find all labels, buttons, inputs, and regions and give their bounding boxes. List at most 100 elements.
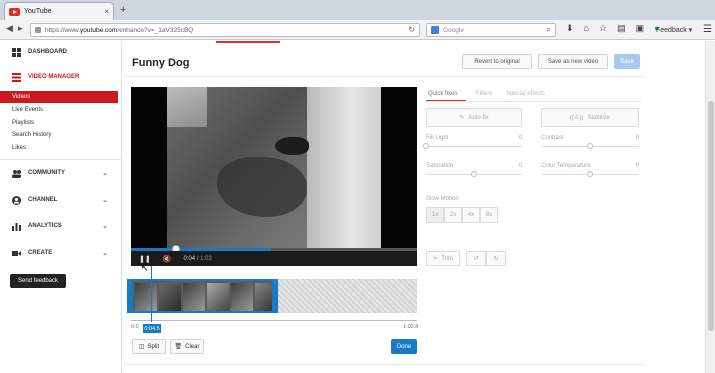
sidebar-item-dashboard[interactable]: DASHBOARD — [0, 45, 122, 59]
reading-list-icon[interactable]: ▤ — [617, 23, 626, 34]
trim-handle-left[interactable]: ⋮ — [127, 279, 133, 313]
split-button[interactable]: ◫ Split — [132, 339, 166, 354]
browser-tab-bar: YouTube × + — [0, 0, 715, 20]
youtube-favicon-icon — [9, 7, 20, 16]
fill-light-slider[interactable] — [426, 146, 522, 147]
fill-light-label: Fill Light — [426, 135, 449, 141]
sidebar-item-create[interactable]: CREATE ⌄ — [0, 246, 122, 260]
download-icon[interactable]: ⬇ — [566, 23, 574, 34]
send-feedback-button[interactable]: Send feedback — [10, 274, 66, 288]
creator-sidebar: DASHBOARD VIDEO MANAGER Videos Live Even… — [0, 41, 122, 373]
sidebar-item-channel[interactable]: CHANNEL ⌄ — [0, 193, 122, 207]
sidebar-item-label: DASHBOARD — [28, 49, 67, 55]
reload-icon[interactable]: ↻ — [408, 25, 415, 34]
search-icon[interactable]: ⌕ — [547, 25, 551, 35]
menu-icon[interactable]: ☰ — [703, 24, 712, 35]
video-player[interactable]: ❚❚ 🔇 0:04 / 1:03 — [131, 87, 417, 266]
save-button[interactable]: Save — [614, 54, 640, 69]
sidebar-item-community[interactable]: COMMUNITY ⌄ — [0, 166, 122, 180]
sidebar-subitem-likes[interactable]: Likes — [0, 142, 118, 154]
player-controls: ❚❚ 🔇 0:04 / 1:03 — [131, 251, 417, 266]
chevron-down-icon: ⌄ — [102, 223, 108, 230]
sidebar-divider — [0, 159, 122, 160]
split-label: Split — [147, 343, 160, 350]
rotate-left-icon: ↺ — [473, 256, 479, 262]
search-input[interactable]: Google ⌕ — [426, 23, 556, 37]
color-temperature-slider-knob[interactable] — [587, 171, 593, 177]
sidebar-item-analytics[interactable]: ANALYTICS ⌄ — [0, 219, 122, 233]
sidebar-item-video-manager[interactable]: VIDEO MANAGER — [0, 70, 122, 84]
auto-fix-label: Auto-fix — [468, 114, 489, 121]
google-search-icon — [431, 26, 439, 34]
scrollbar-thumb[interactable] — [708, 101, 714, 331]
tab-special-effects[interactable]: Special effects — [506, 91, 545, 97]
chevron-down-icon: ⌄ — [102, 197, 108, 204]
timeline-thumbnail — [255, 283, 273, 311]
scissors-icon: ✂ — [433, 256, 439, 262]
save-as-new-video-button[interactable]: Save as new video — [538, 54, 608, 69]
playhead[interactable] — [151, 266, 152, 322]
current-time: 0:04 — [183, 255, 196, 262]
trim-button[interactable]: ✂ Trim — [426, 251, 460, 266]
trim-timeline[interactable]: ⋮ ⋮ — [127, 279, 417, 313]
sidebar-subitem-search-history[interactable]: Search History — [0, 129, 118, 141]
channel-icon — [12, 195, 21, 205]
rotate-left-button[interactable]: ↺ — [466, 251, 486, 266]
browser-nav-bar: ◀ ▸ https://www. youtube.com/enhance?v=_1… — [0, 20, 715, 40]
saturation-value: 0 — [519, 163, 523, 169]
sidebar-item-label: VIDEO MANAGER — [28, 74, 80, 80]
stabilize-button[interactable]: ((♙)) Stabilize — [541, 108, 639, 127]
new-tab-button[interactable]: + — [120, 4, 126, 16]
slow-motion-2x[interactable]: 2x — [444, 207, 462, 223]
slow-motion-8x[interactable]: 8x — [480, 207, 498, 223]
slow-motion-4x[interactable]: 4x — [462, 207, 480, 223]
video-frame — [167, 87, 381, 250]
address-bar[interactable]: https://www. youtube.com/enhance?v=_1aV32… — [30, 23, 420, 37]
stabilize-icon: ((♙)) — [569, 115, 584, 121]
rotate-right-button[interactable]: ↻ — [486, 251, 506, 266]
browser-tab-youtube[interactable]: YouTube × — [4, 2, 114, 20]
sidebar-subitem-playlists[interactable]: Playlists — [0, 117, 118, 129]
home-icon[interactable]: ⌂ — [584, 23, 589, 34]
bottom-divider — [125, 364, 645, 365]
lock-shield-icon[interactable]: ▣ — [636, 23, 645, 34]
tab-filters[interactable]: Filters — [476, 91, 492, 97]
feedback-menu[interactable]: Feedback ▾ — [656, 26, 692, 34]
forward-arrow-icon[interactable]: ▸ — [18, 23, 23, 34]
back-arrow-icon[interactable]: ◀ — [6, 23, 13, 34]
page-scrollbar[interactable] — [705, 41, 715, 373]
pause-icon[interactable]: ❚❚ — [139, 255, 151, 263]
chevron-down-icon: ⌄ — [102, 170, 108, 177]
tab-quick-fixes[interactable]: Quick fixes — [428, 91, 457, 97]
done-button[interactable]: Done — [391, 339, 417, 354]
chevron-down-icon: ⌄ — [102, 250, 108, 257]
color-temperature-label: Color Temperature — [541, 163, 591, 169]
clear-button[interactable]: 🗑 Clear — [170, 339, 204, 354]
ruler-start-label: 0:0 — [131, 324, 139, 330]
trim-handle-right[interactable]: ⋮ — [272, 279, 278, 313]
sidebar-subitem-videos[interactable]: Videos — [0, 91, 118, 103]
mute-icon[interactable]: 🔇 — [163, 255, 172, 263]
contrast-slider-knob[interactable] — [587, 143, 593, 149]
timeline-selected-range[interactable] — [127, 279, 277, 313]
contrast-value: 0 — [636, 135, 640, 141]
url-host: youtube.com — [80, 26, 118, 34]
bookmark-star-icon[interactable]: ☆ — [599, 23, 607, 34]
mouse-cursor-icon: ↖ — [141, 263, 149, 273]
saturation-slider-knob[interactable] — [471, 171, 477, 177]
slow-motion-1x[interactable]: 1x — [426, 207, 444, 223]
time-display: 0:04 / 1:03 — [183, 256, 211, 262]
fill-light-slider-knob[interactable] — [423, 143, 429, 149]
auto-fix-button[interactable]: ✎ Auto-fix — [426, 108, 522, 127]
duration: / 1:03 — [196, 255, 212, 262]
video-camera-icon — [12, 249, 21, 258]
revert-to-original-button[interactable]: Revert to original — [462, 54, 532, 69]
url-prefix: https://www. — [45, 26, 81, 34]
sidebar-subitem-live-events[interactable]: Live Events — [0, 104, 118, 116]
header-divider — [125, 76, 645, 77]
sidebar-item-label: CREATE — [28, 250, 53, 256]
close-tab-icon[interactable]: × — [104, 7, 109, 16]
tabs-divider — [426, 101, 641, 102]
magic-wand-icon: ✎ — [459, 115, 465, 121]
timeline-thumbnail — [231, 283, 253, 311]
